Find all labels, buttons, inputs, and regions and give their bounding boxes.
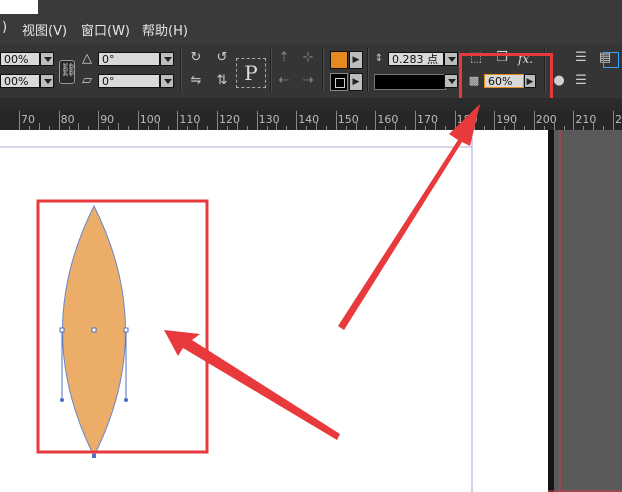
- center-point: [91, 327, 97, 333]
- arrow-to-shape-icon: [164, 330, 340, 440]
- canvas-overlay: [0, 104, 622, 492]
- arrow-to-opacity-icon: [338, 104, 480, 330]
- handle-point: [124, 398, 128, 402]
- anchor-point: [92, 454, 96, 458]
- anchor-point: [123, 327, 129, 333]
- page-shadow: [548, 130, 554, 492]
- handle-point: [60, 398, 64, 402]
- anchor-point: [59, 327, 65, 333]
